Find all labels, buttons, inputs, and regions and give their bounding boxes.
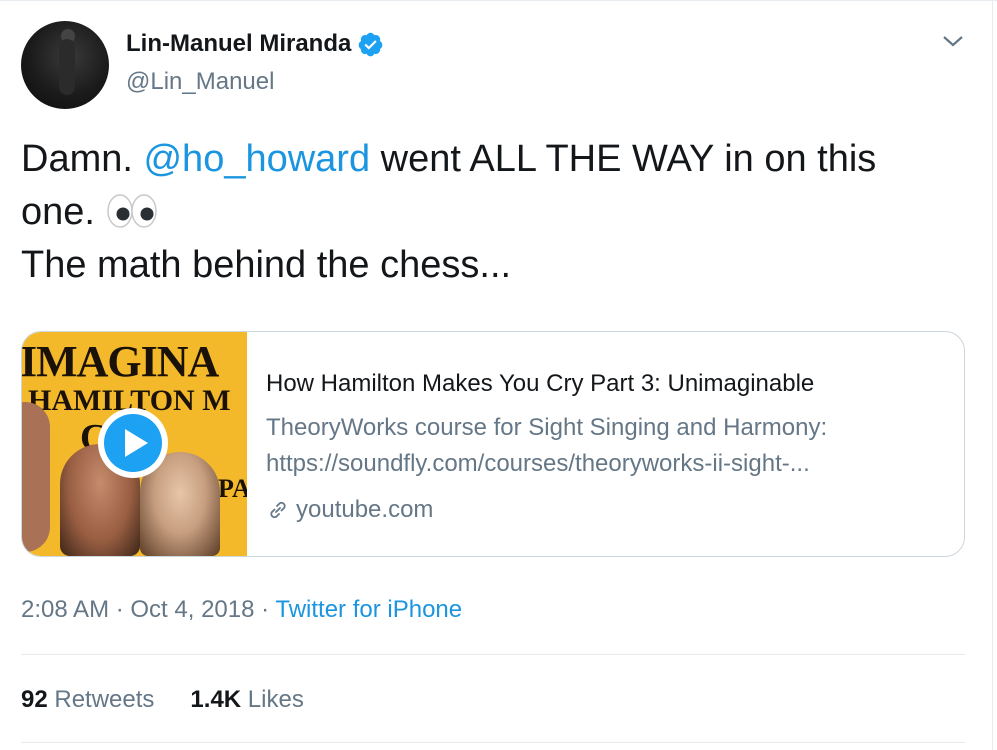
card-thumbnail[interactable]: IMAGINA HAMILTON M CRY PA bbox=[22, 332, 247, 556]
eyes-emoji-icon bbox=[106, 194, 157, 228]
avatar-figure-body bbox=[59, 39, 75, 95]
meta-separator-2: · bbox=[254, 596, 276, 623]
tweet-text: Damn. @ho_howard went ALL THE WAY in on … bbox=[21, 133, 951, 292]
retweets-count: 92 bbox=[21, 686, 48, 713]
card-body: How Hamilton Makes You Cry Part 3: Unima… bbox=[266, 370, 946, 524]
card-description-line1: TheoryWorks course for Sight Singing and… bbox=[266, 414, 828, 441]
card-domain-text: youtube.com bbox=[296, 496, 434, 523]
link-icon bbox=[270, 501, 286, 519]
chevron-down-icon[interactable] bbox=[942, 33, 964, 49]
divider-top bbox=[21, 654, 965, 655]
author-name-row: Lin-Manuel Miranda bbox=[126, 30, 384, 58]
verified-badge-icon bbox=[359, 32, 383, 56]
likes-count: 1.4K bbox=[190, 686, 242, 713]
link-preview-card[interactable]: IMAGINA HAMILTON M CRY PA How Hamilton M… bbox=[21, 331, 965, 557]
frame-right-border bbox=[992, 0, 993, 750]
likes-label: Likes bbox=[247, 686, 304, 713]
tweet-stats: 92 Retweets 1.4K Likes bbox=[21, 686, 340, 714]
tweet-source-link[interactable]: Twitter for iPhone bbox=[275, 596, 462, 623]
thumbnail-person-left bbox=[22, 402, 50, 552]
retweets-stat[interactable]: 92 Retweets bbox=[21, 686, 154, 714]
likes-stat[interactable]: 1.4K Likes bbox=[190, 686, 303, 714]
card-domain: youtube.com bbox=[266, 496, 946, 524]
tweet-time[interactable]: 2:08 AM bbox=[21, 596, 109, 623]
tweet-date[interactable]: Oct 4, 2018 bbox=[130, 596, 254, 623]
thumbnail-text-part: PA bbox=[218, 474, 247, 503]
tweet-text-line2: The math behind the chess... bbox=[21, 244, 512, 286]
frame-top-border bbox=[0, 0, 997, 1]
tweet-text-start: Damn. bbox=[21, 138, 144, 180]
mention-link[interactable]: @ho_howard bbox=[143, 138, 370, 180]
author-name[interactable]: Lin-Manuel Miranda bbox=[126, 30, 351, 58]
retweets-label: Retweets bbox=[54, 686, 155, 713]
meta-separator-1: · bbox=[109, 596, 131, 623]
author-handle[interactable]: @Lin_Manuel bbox=[126, 68, 274, 96]
avatar[interactable] bbox=[21, 21, 109, 109]
tweet-metadata: 2:08 AM · Oct 4, 2018 · Twitter for iPho… bbox=[21, 596, 462, 624]
card-description: TheoryWorks course for Sight Singing and… bbox=[266, 410, 946, 482]
card-title: How Hamilton Makes You Cry Part 3: Unima… bbox=[266, 370, 815, 397]
divider-bottom bbox=[21, 742, 965, 743]
play-icon[interactable] bbox=[96, 406, 170, 480]
card-description-line2: https://soundfly.com/courses/theoryworks… bbox=[266, 450, 810, 477]
thumbnail-text-imagina: IMAGINA bbox=[22, 337, 219, 386]
